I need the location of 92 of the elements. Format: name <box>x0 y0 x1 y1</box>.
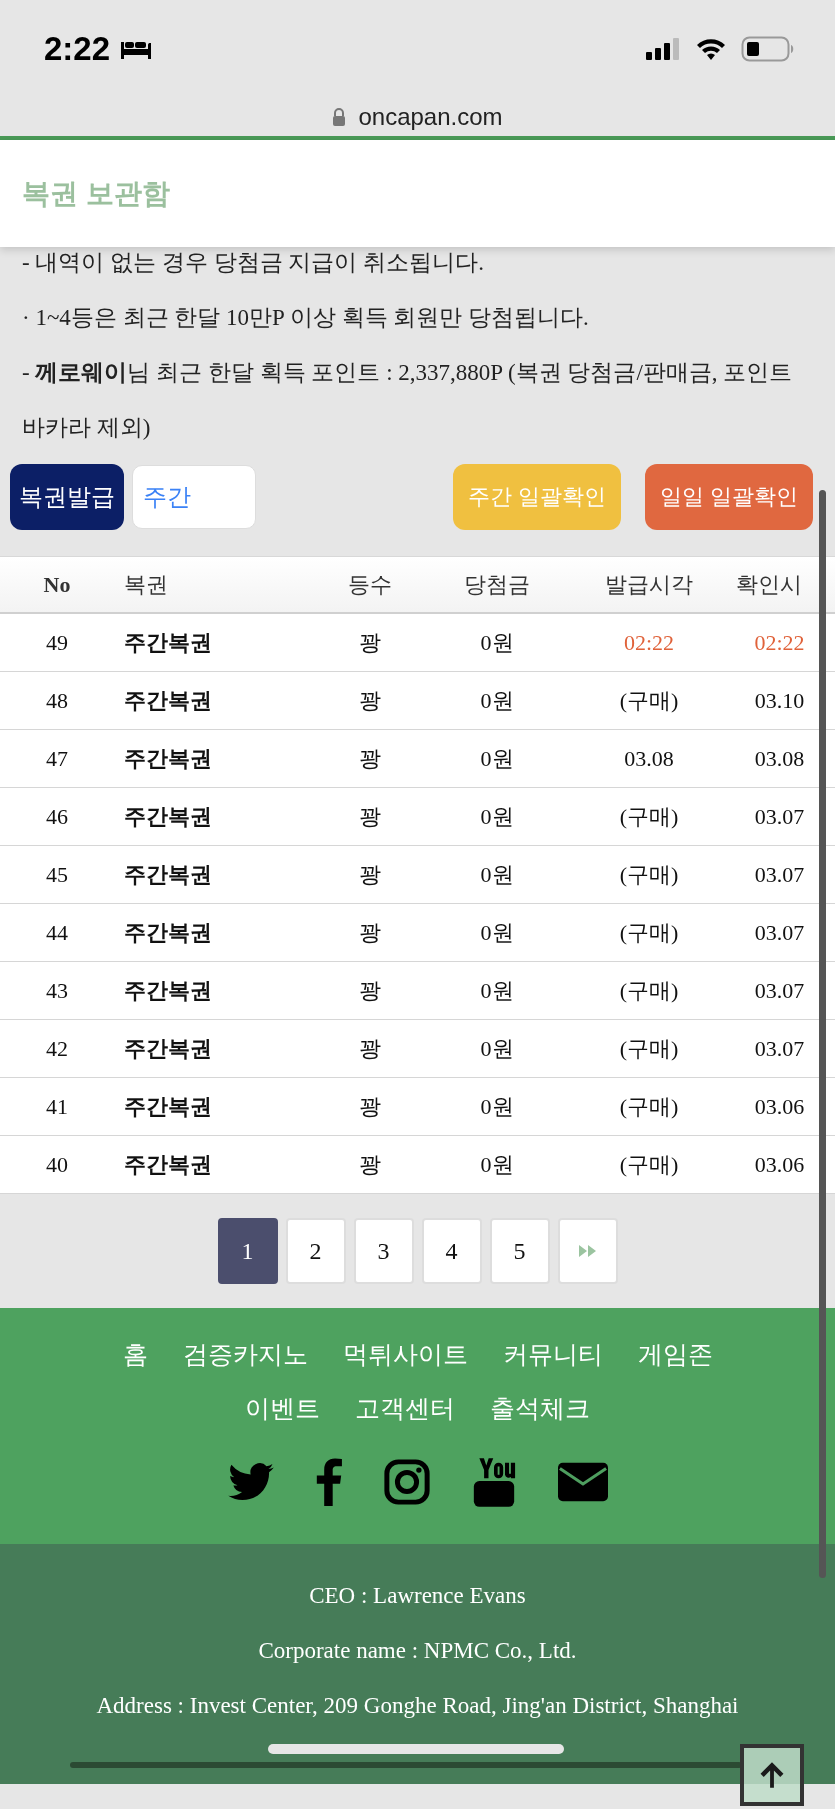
table-cell-text: 주간복권 <box>123 918 213 947</box>
table-cell-text: 03.08 <box>623 745 675 772</box>
table-cell-text: 0원 <box>479 860 515 889</box>
table-cell-text: (구매) <box>618 686 680 715</box>
table-cell-text: 꽝 <box>358 918 382 947</box>
table-cell-text: (구매) <box>618 802 680 831</box>
table-cell-text: 꽝 <box>358 802 382 831</box>
company-info-text: Corporate name : NPMC Co., Ltd. <box>257 1637 578 1665</box>
table-cell-text: 주간복권 <box>123 1034 213 1063</box>
table-cell-text: (구매) <box>618 1092 680 1121</box>
table-cell-text: 03.07 <box>753 977 806 1004</box>
column-header: No <box>42 571 72 598</box>
table-cell-text: 02:22 <box>622 629 676 656</box>
table-cell-text: 40 <box>45 1151 69 1178</box>
table-cell-text: 0원 <box>479 802 515 831</box>
table-cell-text: 주간복권 <box>123 976 213 1005</box>
footer-link[interactable]: 커뮤니티 <box>502 1332 603 1376</box>
column-header: 발급시각 <box>604 570 694 599</box>
table-cell-text: 02:22 <box>753 629 806 656</box>
table-cell-text: 꽝 <box>358 976 382 1005</box>
table-cell-text: 꽝 <box>358 860 382 889</box>
table-cell-text: 꽝 <box>358 1092 382 1121</box>
table-cell-text: 03.07 <box>753 861 806 888</box>
table-cell-text: 주간복권 <box>123 860 213 889</box>
footer-link[interactable]: 홈 <box>122 1332 148 1376</box>
notice-text: · 1~4등은 최근 한달 10만P 이상 획득 회원만 당첨됩니다. <box>22 304 590 332</box>
table-cell-text: 0원 <box>479 918 515 947</box>
table-cell-text: 48 <box>45 687 69 714</box>
table-cell-text: 43 <box>45 977 69 1004</box>
table-cell-text: 42 <box>45 1035 69 1062</box>
table-cell-text: 0원 <box>479 744 515 773</box>
footer-link[interactable]: 먹튀사이트 <box>342 1332 468 1376</box>
table-cell-text: 꽝 <box>358 686 382 715</box>
footer-link[interactable]: 검증카지노 <box>182 1332 308 1376</box>
table-cell-text: 꽝 <box>358 1034 382 1063</box>
table-cell-text: 0원 <box>479 1034 515 1063</box>
table-cell-text: 주간복권 <box>123 1092 213 1121</box>
page-button[interactable]: 3 <box>353 1218 414 1284</box>
table-cell-text: 03.10 <box>753 687 806 714</box>
table-cell-text: 주간복권 <box>123 802 213 831</box>
table-cell-text: 03.06 <box>753 1093 806 1120</box>
table-cell-text: 주간복권 <box>123 686 213 715</box>
url-text[interactable]: oncapan.com <box>358 103 503 131</box>
table-cell-text: 41 <box>45 1093 69 1120</box>
footer-link[interactable]: 이벤트 <box>245 1386 320 1430</box>
table-cell-text: 주간복권 <box>123 1150 213 1179</box>
table-cell-text: 47 <box>45 745 69 772</box>
footer-link[interactable]: 출석체크 <box>490 1386 590 1430</box>
table-cell-text: (구매) <box>618 1034 680 1063</box>
table-cell-text: 0원 <box>479 628 515 657</box>
notice-text: - 내역이 없는 경우 당첨금 지급이 취소됩니다. <box>22 249 485 277</box>
footer-link[interactable]: 고객센터 <box>355 1386 455 1430</box>
table-cell-text: 주간복권 <box>123 628 213 657</box>
footer-link[interactable]: 게임존 <box>637 1332 713 1376</box>
column-header: 등수 <box>347 570 393 599</box>
table-cell-text: (구매) <box>618 860 680 889</box>
column-header: 당첨금 <box>463 570 531 599</box>
table-cell-text: 46 <box>45 803 69 830</box>
table-cell-text: 꽝 <box>358 1150 382 1179</box>
table-cell-text: 주간복권 <box>123 744 213 773</box>
table-cell-text: 45 <box>45 861 69 888</box>
table-cell-text: 49 <box>45 629 69 656</box>
confirm-button[interactable]: 주간 일괄확인 <box>453 464 621 530</box>
table-cell-text: (구매) <box>618 976 680 1005</box>
company-info-text: Address : Invest Center, 209 Gonghe Road, Jing'an District, Shanghai <box>95 1692 740 1720</box>
issue-button[interactable]: 복권발급 <box>10 464 124 530</box>
table-cell-text: 0원 <box>479 1150 515 1179</box>
table-cell-text: (구매) <box>618 1150 680 1179</box>
table-cell-text: 0원 <box>479 686 515 715</box>
table-cell-text: 03.08 <box>753 745 806 772</box>
page-button[interactable]: 2 <box>285 1218 346 1284</box>
table-cell-text: 03.07 <box>753 1035 806 1062</box>
page-button[interactable]: 4 <box>421 1218 482 1284</box>
status-time: 2:22 <box>44 30 111 68</box>
notice-text: - 께로웨이님 최근 한달 획득 포인트 : 2,337,880P (복권 당첨금/판매금, 포인트 바카라 제외) <box>22 359 794 442</box>
column-header: 확인시 <box>735 570 803 599</box>
table-cell-text: 03.07 <box>753 919 806 946</box>
table-cell-text: 03.06 <box>753 1151 806 1178</box>
company-info-text: CEO : Lawrence Evans <box>308 1582 527 1610</box>
table-cell-text: 03.07 <box>753 803 806 830</box>
period-field[interactable]: 주간 <box>132 465 256 529</box>
table-cell-text: 꽝 <box>358 628 382 657</box>
confirm-button[interactable]: 일일 일괄확인 <box>645 464 813 530</box>
table-cell-text: (구매) <box>618 918 680 947</box>
table-cell-text: 0원 <box>479 1092 515 1121</box>
table-cell-text: 0원 <box>479 976 515 1005</box>
table-cell-text: 꽝 <box>358 744 382 773</box>
page-title: 복권 보관함 <box>21 176 170 211</box>
column-header: 복권 <box>123 570 169 599</box>
table-cell-text: 44 <box>45 919 69 946</box>
page-button[interactable]: 1 <box>217 1218 278 1284</box>
page-button[interactable]: 5 <box>489 1218 550 1284</box>
